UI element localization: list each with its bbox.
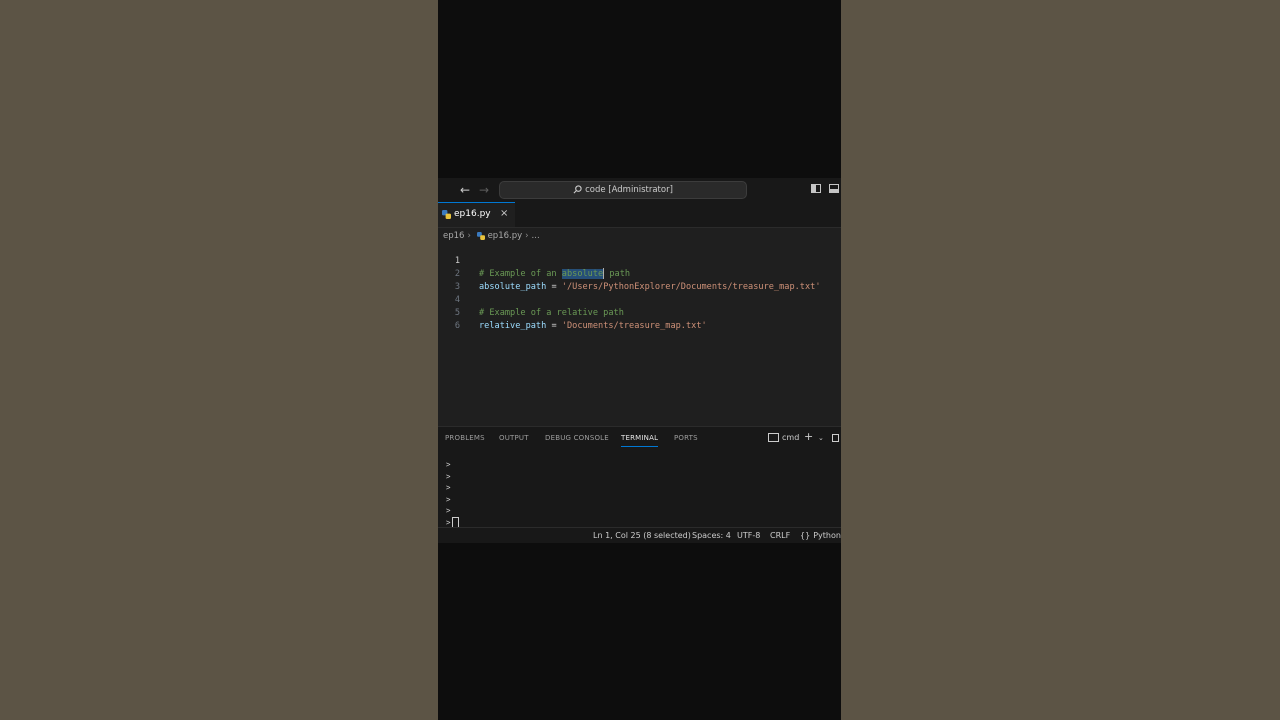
status-indentation[interactable]: Spaces: 4 (692, 531, 731, 540)
python-file-icon (476, 232, 485, 240)
terminal-output[interactable]: > > > > > > (446, 459, 459, 528)
code-line[interactable]: 1 # Example of an absolute path (438, 242, 841, 279)
status-cursor-position[interactable]: Ln 1, Col 25 (8 selected) (593, 531, 691, 540)
title-bar: ← → code [Administrator] (438, 178, 841, 202)
code-line[interactable]: 4 # Example of a relative path (438, 281, 841, 318)
terminal-prompt: > (446, 494, 451, 504)
string-literal: 'Documents/treasure_map.txt' (561, 321, 707, 331)
toggle-sidebar-icon[interactable] (811, 184, 821, 193)
code-line[interactable]: 5 relative_path = 'Documents/treasure_ma… (438, 294, 841, 331)
code-line[interactable]: 6 (438, 307, 841, 331)
video-frame: ← → code [Administrator] ep16.py × ep16 … (438, 0, 841, 720)
tab-debug-console[interactable]: DEBUG CONSOLE (545, 434, 609, 442)
chevron-right-icon: › (467, 231, 471, 241)
add-terminal-icon[interactable]: + (804, 430, 813, 443)
command-center-label: code [Administrator] (585, 185, 673, 195)
language-label: Python (813, 531, 841, 540)
terminal-prompt: > (446, 483, 451, 492)
tab-terminal[interactable]: TERMINAL (621, 434, 659, 447)
tab-output[interactable]: OUTPUT (499, 434, 529, 442)
split-terminal-icon[interactable] (832, 434, 839, 442)
code-line[interactable]: 2 absolute_path = '/Users/PythonExplorer… (438, 255, 841, 292)
braces-icon: {} (800, 531, 811, 540)
terminal-icon (768, 433, 779, 442)
operator: = (546, 321, 562, 331)
close-icon[interactable]: × (500, 208, 508, 219)
background-right (841, 0, 1280, 720)
tab-ep16-py[interactable]: ep16.py × (438, 202, 515, 227)
code-line[interactable]: 3 (438, 268, 841, 292)
terminal-name: cmd (782, 433, 800, 442)
editor-tab-bar: ep16.py × (438, 202, 841, 228)
breadcrumb: ep16 › ep16.py ›... (443, 229, 540, 243)
python-file-icon (442, 210, 451, 219)
command-center-search[interactable]: code [Administrator] (499, 181, 747, 199)
terminal-prompt: > (446, 460, 451, 469)
chevron-down-icon[interactable]: ⌄ (818, 434, 824, 442)
bottom-panel: PROBLEMS OUTPUT DEBUG CONSOLE TERMINAL P… (438, 426, 841, 528)
status-bar: Ln 1, Col 25 (8 selected) Spaces: 4 UTF-… (438, 527, 841, 543)
breadcrumb-file[interactable]: ep16.py (488, 231, 523, 241)
breadcrumb-more[interactable]: ... (532, 231, 540, 241)
breadcrumb-folder[interactable]: ep16 (443, 231, 464, 241)
back-arrow-icon[interactable]: ← (460, 182, 470, 198)
terminal-prompt: > (446, 471, 451, 481)
status-language[interactable]: {} Python (800, 531, 841, 540)
search-icon (573, 185, 582, 194)
terminal-prompt: > (446, 517, 451, 527)
terminal-selector[interactable]: cmd (768, 433, 799, 442)
tab-ports[interactable]: PORTS (674, 434, 698, 442)
status-encoding[interactable]: UTF-8 (737, 531, 760, 540)
chevron-right-icon: › (525, 231, 529, 241)
tab-problems[interactable]: PROBLEMS (445, 434, 485, 442)
status-eol[interactable]: CRLF (770, 531, 790, 540)
line-number: 6 (454, 321, 460, 331)
tab-label: ep16.py (454, 209, 491, 219)
vscode-window: ← → code [Administrator] ep16.py × ep16 … (438, 178, 841, 543)
terminal-prompt: > (446, 506, 451, 515)
variable-name: relative_path (479, 321, 547, 331)
background-left (0, 0, 438, 720)
forward-arrow-icon[interactable]: → (479, 182, 489, 198)
toggle-panel-icon[interactable] (829, 184, 839, 193)
